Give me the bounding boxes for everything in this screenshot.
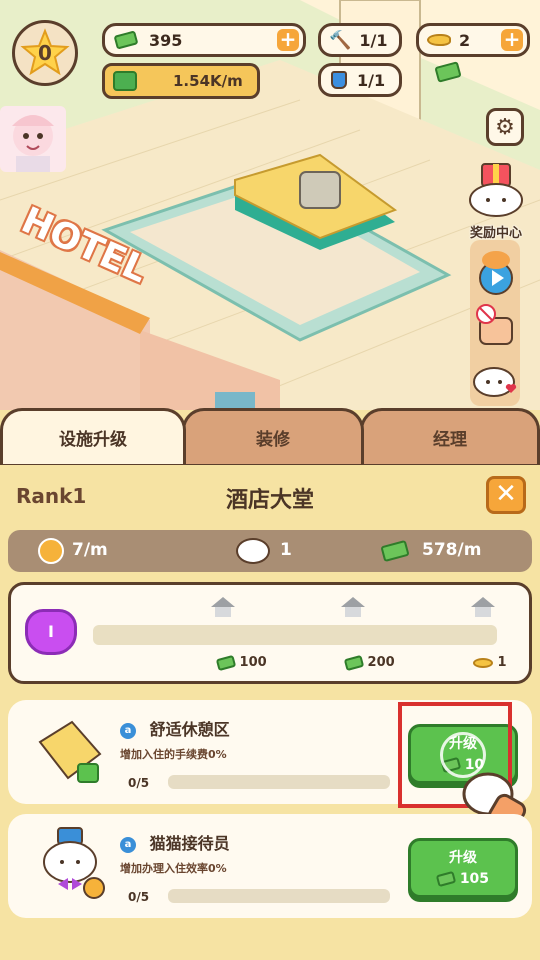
milestone-reward-2: 200 [343,654,395,671]
upgrade-progress-bar [168,775,390,789]
house-icon [471,597,495,617]
upgrade-progress-bar [168,889,390,903]
cat-love-button[interactable] [472,360,518,400]
cat-count: 1 [280,540,292,560]
hammer-counter[interactable]: 🔨 1/1 [318,23,402,57]
level-value: 0 [38,41,52,65]
panel-title: 酒店大堂 [225,488,314,513]
time-rate: 7/m [72,540,108,560]
tab-label: 经理 [433,430,467,450]
milestone-reward-3: 1 [473,655,507,670]
upgrade-desc: 增加办理入住效率0% [120,862,227,875]
upgrade-item: a 猫猫接待员 增加办理入住效率0% 0/5 升级 105 [8,814,532,918]
close-button[interactable]: ✕ [486,476,526,514]
cash-icon [113,30,139,50]
upgrade-desc: 增加入住的手续费0% [120,748,227,761]
income-rate-value: 1.54K/m [173,72,243,90]
house-icon [211,597,235,617]
upgrade-progress: 0/5 [128,890,150,904]
house-icon [341,597,365,617]
chart-icon [113,71,137,91]
gift-cat-icon [469,163,523,217]
fish-counter: 2 + [416,23,530,57]
fish-icon [427,34,451,46]
cushion-icon [38,720,102,783]
potion-counter[interactable]: 1/1 [318,63,402,97]
cash-icon [380,539,410,563]
upgrade-name: 舒适休憩区 [149,720,230,739]
upgrade-cost: 105 [459,871,490,887]
upgrade-button-label: 升级 [449,850,477,866]
character-portrait-icon [12,115,54,172]
settings-button[interactable]: ⚙ [486,108,524,146]
tab-decoration[interactable]: 装修 [182,408,364,464]
cash-icon [343,654,365,671]
tab-label: 装修 [256,430,290,450]
clock-icon [38,538,64,564]
tab-manager[interactable]: 经理 [360,408,540,464]
milestone-card: I 100 200 1 [8,582,532,684]
fish-icon [473,657,493,668]
no-ads-icon [476,304,513,345]
upgrade-name: 猫猫接待员 [149,834,230,853]
cash-value: 395 [149,30,183,50]
cash-counter: 395 + [102,23,306,57]
level-icon: a [120,836,136,853]
avatar[interactable] [0,106,66,172]
reward-center-button[interactable]: 奖励中心 [462,160,530,241]
level-badge[interactable]: 0 [12,20,78,86]
milestone-reward-1: 100 [215,654,267,671]
potion-value: 1/1 [357,70,386,90]
add-fish-button[interactable]: + [501,29,523,51]
income-value: 578/m [422,540,482,560]
close-icon: ✕ [495,479,517,509]
no-ads-button[interactable] [472,302,518,348]
cat-level-badge: I [25,609,77,655]
tab-label: 设施升级 [59,430,127,450]
milestone-progress-bar [93,625,497,645]
cat-heart-icon [473,367,517,397]
income-rate: 1.54K/m [102,63,260,99]
level-icon: a [120,722,136,739]
upgrade-button[interactable]: 升级 105 [408,838,518,898]
cat-icon [236,538,270,564]
lobby-scene-art [0,0,540,410]
play-video-icon [479,251,513,295]
cat-receptionist-icon [43,827,105,899]
add-cash-button[interactable]: + [277,29,299,51]
potion-icon [331,71,347,89]
game-scene[interactable]: HOTEL [0,0,540,410]
cash-icon [215,654,237,671]
gear-icon: ⚙ [495,114,515,140]
hammer-icon: 🔨 [329,29,352,51]
cash-icon [435,870,457,888]
reward-center-label: 奖励中心 [469,226,522,241]
stats-bar: 7/m 1 578/m [8,530,532,572]
tab-facility-upgrade[interactable]: 设施升级 [0,408,186,464]
upgrade-progress: 0/5 [128,776,150,790]
video-reward-button[interactable] [474,248,518,296]
fish-value: 2 [459,30,471,50]
hammer-value: 1/1 [359,30,388,50]
